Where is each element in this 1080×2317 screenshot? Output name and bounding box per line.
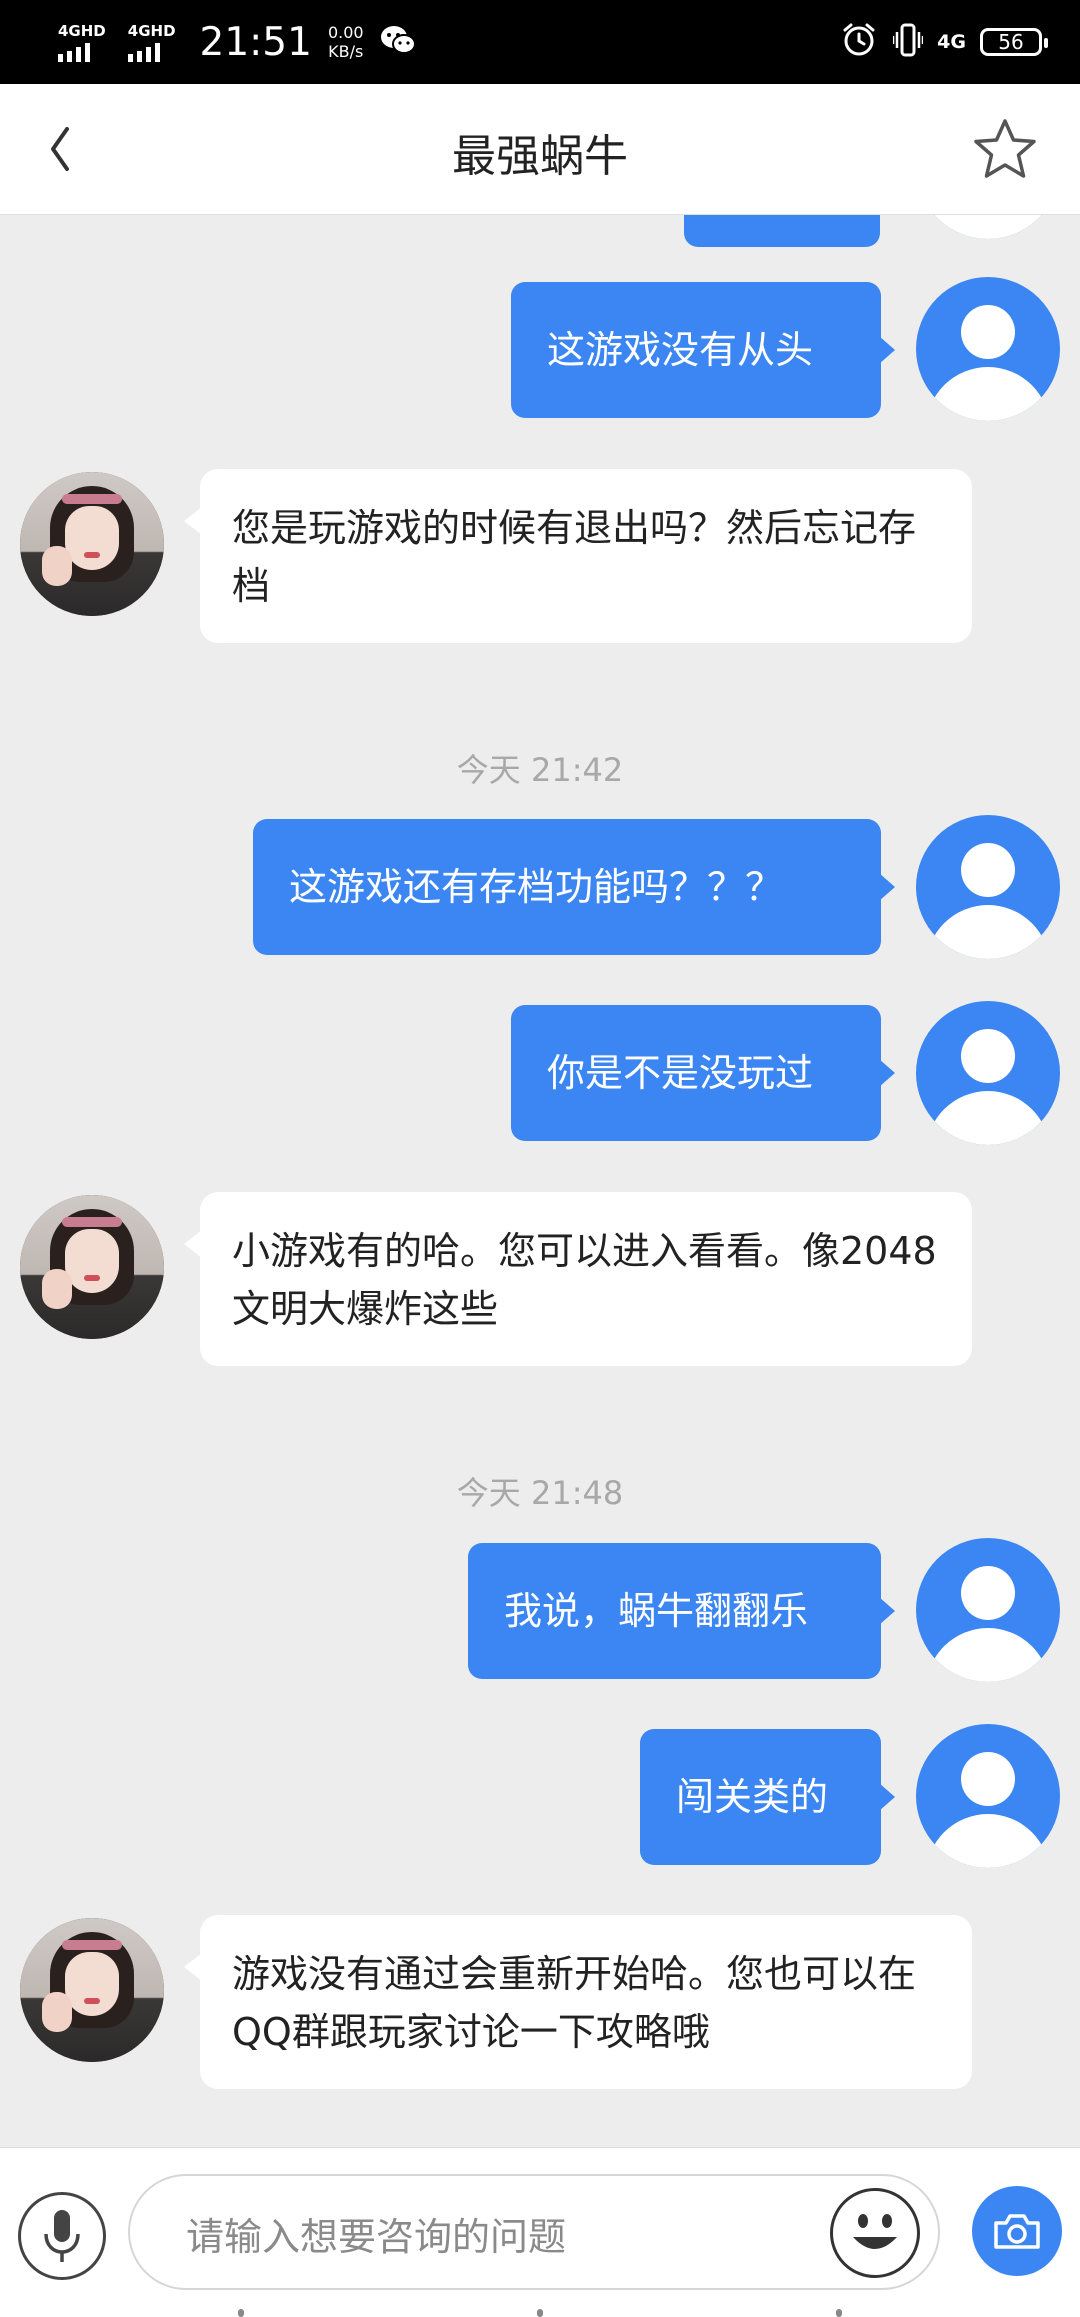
battery-icon: 56 <box>980 28 1048 56</box>
alarm-icon <box>841 22 877 62</box>
message-bubble-in: 小游戏有的哈。您可以进入看看。像2048 文明大爆炸这些 <box>184 1192 972 1366</box>
network-speed-value: 0.00 <box>327 23 364 42</box>
message-bubble-out: 这游戏还有存档功能吗？？？ <box>253 819 895 955</box>
user-avatar <box>916 815 1060 959</box>
emoji-button[interactable] <box>830 2188 920 2278</box>
user-avatar <box>916 1724 1060 1868</box>
star-outline-icon <box>974 119 1036 178</box>
message-text: 您是玩游戏的时候有退出吗？然后忘记存档 <box>232 506 917 608</box>
input-bar: 请输入想要咨询的问题 <box>0 2147 1080 2317</box>
status-bar-right: 4G 56 <box>841 14 1048 70</box>
agent-avatar <box>20 1195 164 1339</box>
question-input[interactable]: 请输入想要咨询的问题 <box>128 2174 940 2290</box>
message-timestamp: 今天 21:48 <box>456 1474 624 1512</box>
message-bubble-out: 你是不是没玩过 <box>511 1005 895 1141</box>
message-bubble-in: 您是玩游戏的时候有退出吗？然后忘记存档 <box>184 469 972 643</box>
message-bubble-out: 我说，蜗牛翻翻乐 <box>468 1543 895 1679</box>
network-speed-unit: KB/s <box>328 42 364 61</box>
message-bubble-in: 游戏没有通过会重新开始哈。您也可以在QQ群跟玩家讨论一下攻略哦 <box>184 1915 972 2089</box>
status-time: 21:51 <box>199 19 312 65</box>
signal-bars-icon <box>127 42 164 62</box>
message-text: 我说，蜗牛翻翻乐 <box>504 1589 809 1633</box>
wechat-icon <box>380 24 416 60</box>
camera-button[interactable] <box>972 2186 1062 2276</box>
message-bubble-out-partial <box>684 215 880 247</box>
chat-message-list[interactable]: 这游戏没有从头 您是玩游戏的时候有退出吗？然后忘记存档 今天 21:42 这游戏… <box>0 215 1080 2147</box>
page-title: 最强蜗牛 <box>452 131 628 182</box>
message-text: 这游戏没有从头 <box>547 328 814 372</box>
voice-button[interactable] <box>18 2192 106 2280</box>
sim2-signal: 4GHD <box>127 21 176 62</box>
user-avatar <box>916 1538 1060 1682</box>
sim1-label: 4GHD <box>58 21 106 40</box>
message-timestamp: 今天 21:42 <box>456 751 624 789</box>
agent-avatar <box>20 1918 164 2062</box>
message-text: 你是不是没玩过 <box>547 1051 814 1095</box>
message-text: 小游戏有的哈。您可以进入看看。像2048 文明大爆炸这些 <box>232 1229 937 1331</box>
sim2-label: 4GHD <box>127 21 176 40</box>
message-text: 游戏没有通过会重新开始哈。您也可以在QQ群跟玩家讨论一下攻略哦 <box>232 1952 917 2054</box>
camera-icon <box>994 2214 1040 2249</box>
agent-avatar <box>20 472 164 616</box>
chat-header: 最强蜗牛 <box>0 84 1080 215</box>
signal-bars-icon <box>58 42 94 62</box>
status-bar: 4GHD 4GHD 21:51 0.00 KB/s 4G 56 <box>0 0 1080 84</box>
emoji-icon <box>853 2214 897 2249</box>
vibrate-icon <box>891 22 925 62</box>
user-avatar <box>916 1001 1060 1145</box>
network-type: 4G <box>937 31 966 53</box>
user-avatar <box>916 277 1060 421</box>
message-text: 闯关类的 <box>676 1775 829 1819</box>
network-speed: 0.00 KB/s <box>328 23 364 61</box>
message-text: 这游戏还有存档功能吗？？？ <box>289 865 784 909</box>
message-bubble-out: 闯关类的 <box>640 1729 895 1865</box>
message-bubble-out: 这游戏没有从头 <box>511 282 895 418</box>
sim1-signal: 4GHD <box>58 23 106 62</box>
status-bar-left: 4GHD 4GHD 21:51 0.00 KB/s <box>58 14 416 70</box>
microphone-icon <box>44 2210 80 2262</box>
favorite-button[interactable] <box>970 114 1040 184</box>
user-avatar <box>916 215 1060 239</box>
battery-level: 56 <box>998 30 1024 54</box>
question-input-placeholder: 请输入想要咨询的问题 <box>186 2215 567 2259</box>
